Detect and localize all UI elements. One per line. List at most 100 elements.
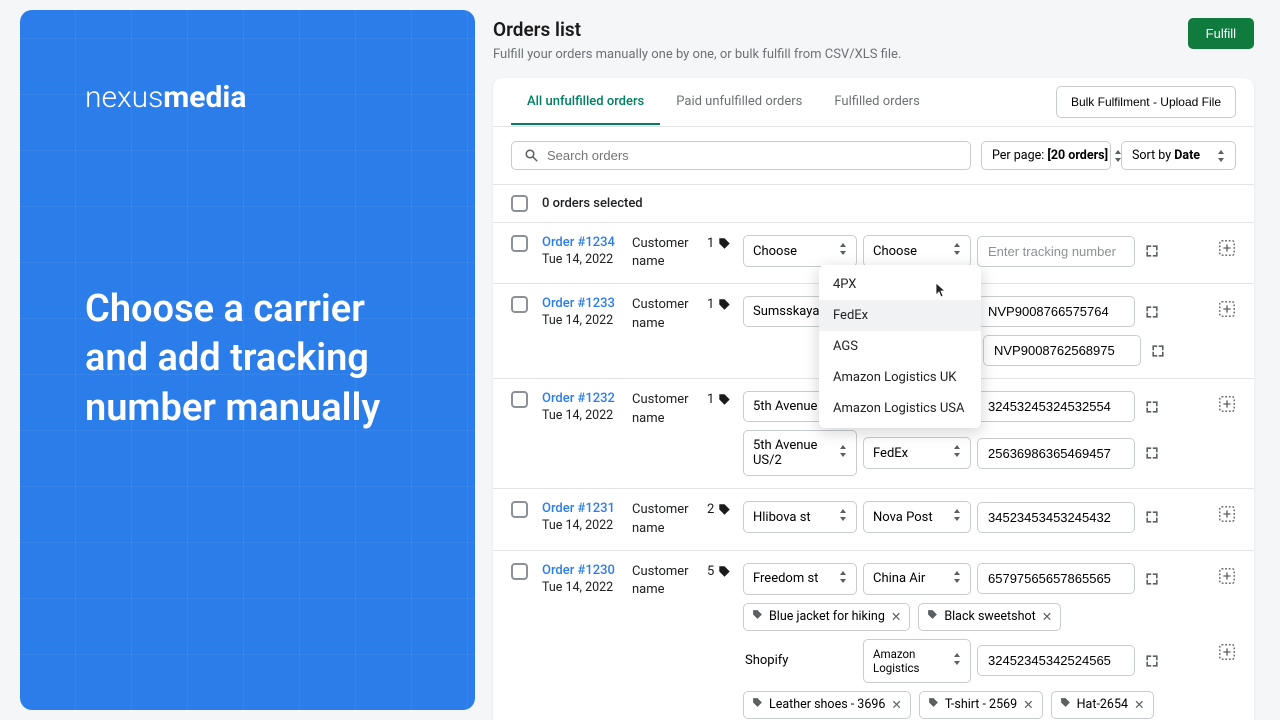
split-icon[interactable] xyxy=(1147,340,1169,362)
split-icon[interactable] xyxy=(1141,650,1163,672)
order-date: Tue 14, 2022 xyxy=(542,580,632,595)
split-icon[interactable] xyxy=(1141,240,1163,262)
add-fulfillment-icon[interactable] xyxy=(1218,239,1236,261)
carrier-select[interactable]: FedEx xyxy=(863,437,971,469)
carrier-select[interactable]: Amazon Logistics xyxy=(863,639,971,683)
tag-icon xyxy=(1060,697,1071,712)
remove-pill-icon[interactable]: ✕ xyxy=(891,609,901,625)
selected-count: 0 orders selected xyxy=(542,196,643,211)
tracking-input[interactable] xyxy=(977,502,1135,533)
order-link[interactable]: Order #1234 xyxy=(542,235,632,250)
carrier-dropdown: 4PX FedEx AGS Amazon Logistics UK Amazon… xyxy=(819,265,981,428)
order-link[interactable]: Order #1230 xyxy=(542,563,632,578)
remove-pill-icon[interactable]: ✕ xyxy=(891,697,901,713)
table-row: Order #1231 Tue 14, 2022 Customer name 2… xyxy=(493,489,1254,550)
product-pill: Leather shoes - 3696✕ xyxy=(743,691,911,719)
remove-pill-icon[interactable]: ✕ xyxy=(1023,697,1033,713)
add-fulfillment-icon[interactable] xyxy=(1218,395,1236,417)
dropdown-option[interactable]: Amazon Logistics UK xyxy=(819,362,981,393)
chevron-updown-icon xyxy=(953,509,961,525)
customer-name: Customer name xyxy=(632,391,707,427)
tagline: Choose a carrier and add tracking number… xyxy=(85,285,425,433)
product-pill: T-shirt - 2569✕ xyxy=(919,691,1043,719)
qty-badge: 1 xyxy=(707,236,731,251)
table-header: 0 orders selected xyxy=(493,184,1254,223)
dropdown-option[interactable]: AGS xyxy=(819,331,981,362)
promo-sidebar: nexusmedia Choose a carrier and add trac… xyxy=(20,10,475,710)
order-date: Tue 14, 2022 xyxy=(542,313,632,328)
select-all-checkbox[interactable] xyxy=(511,195,528,212)
row-checkbox[interactable] xyxy=(511,235,528,252)
row-checkbox[interactable] xyxy=(511,563,528,580)
order-link[interactable]: Order #1232 xyxy=(542,391,632,406)
split-icon[interactable] xyxy=(1141,568,1163,590)
customer-name: Customer name xyxy=(632,296,707,332)
address-select[interactable]: 5th Avenue US/2 xyxy=(743,430,857,476)
chevron-updown-icon xyxy=(839,571,847,587)
chevron-updown-icon xyxy=(953,571,961,587)
tracking-input[interactable] xyxy=(977,563,1135,594)
customer-name: Customer name xyxy=(632,235,707,271)
order-date: Tue 14, 2022 xyxy=(542,252,632,267)
split-icon[interactable] xyxy=(1141,442,1163,464)
product-pill: Blue jacket for hiking✕ xyxy=(743,603,910,631)
sort-by-select[interactable]: Sort by Date xyxy=(1121,141,1236,170)
address-label: Shopify xyxy=(743,646,857,675)
row-checkbox[interactable] xyxy=(511,501,528,518)
split-icon[interactable] xyxy=(1141,301,1163,323)
tracking-input[interactable] xyxy=(977,391,1135,422)
tracking-input[interactable] xyxy=(983,335,1141,366)
chevron-updown-icon xyxy=(839,509,847,525)
chevron-updown-icon xyxy=(1217,150,1225,162)
tab-fulfilled[interactable]: Fulfilled orders xyxy=(818,80,935,125)
search-input[interactable] xyxy=(511,141,971,170)
split-icon[interactable] xyxy=(1141,396,1163,418)
tracking-input[interactable] xyxy=(977,236,1135,267)
tracking-input[interactable] xyxy=(977,438,1135,469)
tab-paid-unfulfilled[interactable]: Paid unfulfilled orders xyxy=(660,80,818,125)
customer-name: Customer name xyxy=(632,563,707,599)
tag-icon xyxy=(718,565,731,578)
order-link[interactable]: Order #1233 xyxy=(542,296,632,311)
dropdown-option[interactable]: Amazon Logistics USA xyxy=(819,393,981,424)
row-checkbox[interactable] xyxy=(511,391,528,408)
carrier-select[interactable]: Choose xyxy=(863,235,971,267)
per-page-select[interactable]: Per page: [20 orders] xyxy=(981,141,1111,170)
split-icon[interactable] xyxy=(1141,506,1163,528)
order-link[interactable]: Order #1231 xyxy=(542,501,632,516)
chevron-updown-icon xyxy=(953,243,961,259)
page-title: Orders list xyxy=(493,18,901,41)
carrier-select[interactable]: Nova Post xyxy=(863,501,971,533)
tracking-input[interactable] xyxy=(977,296,1135,327)
address-select[interactable]: Hlibova st xyxy=(743,501,857,533)
cursor-icon xyxy=(931,281,947,303)
address-select[interactable]: Freedom st xyxy=(743,563,857,595)
tag-icon xyxy=(752,609,763,624)
tracking-input[interactable] xyxy=(977,645,1135,676)
order-date: Tue 14, 2022 xyxy=(542,408,632,423)
tag-icon xyxy=(718,503,731,516)
row-checkbox[interactable] xyxy=(511,296,528,313)
order-date: Tue 14, 2022 xyxy=(542,518,632,533)
tab-all-unfulfilled[interactable]: All unfulfilled orders xyxy=(511,80,660,125)
dropdown-option[interactable]: FedEx xyxy=(819,300,981,331)
product-pill: Black sweetshot✕ xyxy=(918,603,1061,631)
bulk-upload-button[interactable]: Bulk Fulfilment - Upload File xyxy=(1056,86,1236,118)
add-fulfillment-icon[interactable] xyxy=(1218,300,1236,322)
add-fulfillment-icon[interactable] xyxy=(1218,643,1236,665)
chevron-updown-icon xyxy=(953,653,961,669)
qty-badge: 1 xyxy=(707,392,731,407)
remove-pill-icon[interactable]: ✕ xyxy=(1134,697,1144,713)
customer-name: Customer name xyxy=(632,501,707,537)
search-field[interactable] xyxy=(547,148,958,163)
add-fulfillment-icon[interactable] xyxy=(1218,505,1236,527)
fulfill-button[interactable]: Fulfill xyxy=(1188,18,1254,49)
dropdown-option[interactable]: 4PX xyxy=(819,269,981,300)
carrier-select[interactable]: China Air xyxy=(863,563,971,595)
logo: nexusmedia xyxy=(85,80,425,115)
table-row: Order #1234 Tue 14, 2022 Customer name 1… xyxy=(493,223,1254,284)
address-select[interactable]: Choose xyxy=(743,235,857,267)
add-fulfillment-icon[interactable] xyxy=(1218,567,1236,589)
remove-pill-icon[interactable]: ✕ xyxy=(1042,609,1052,625)
tag-icon xyxy=(718,393,731,406)
